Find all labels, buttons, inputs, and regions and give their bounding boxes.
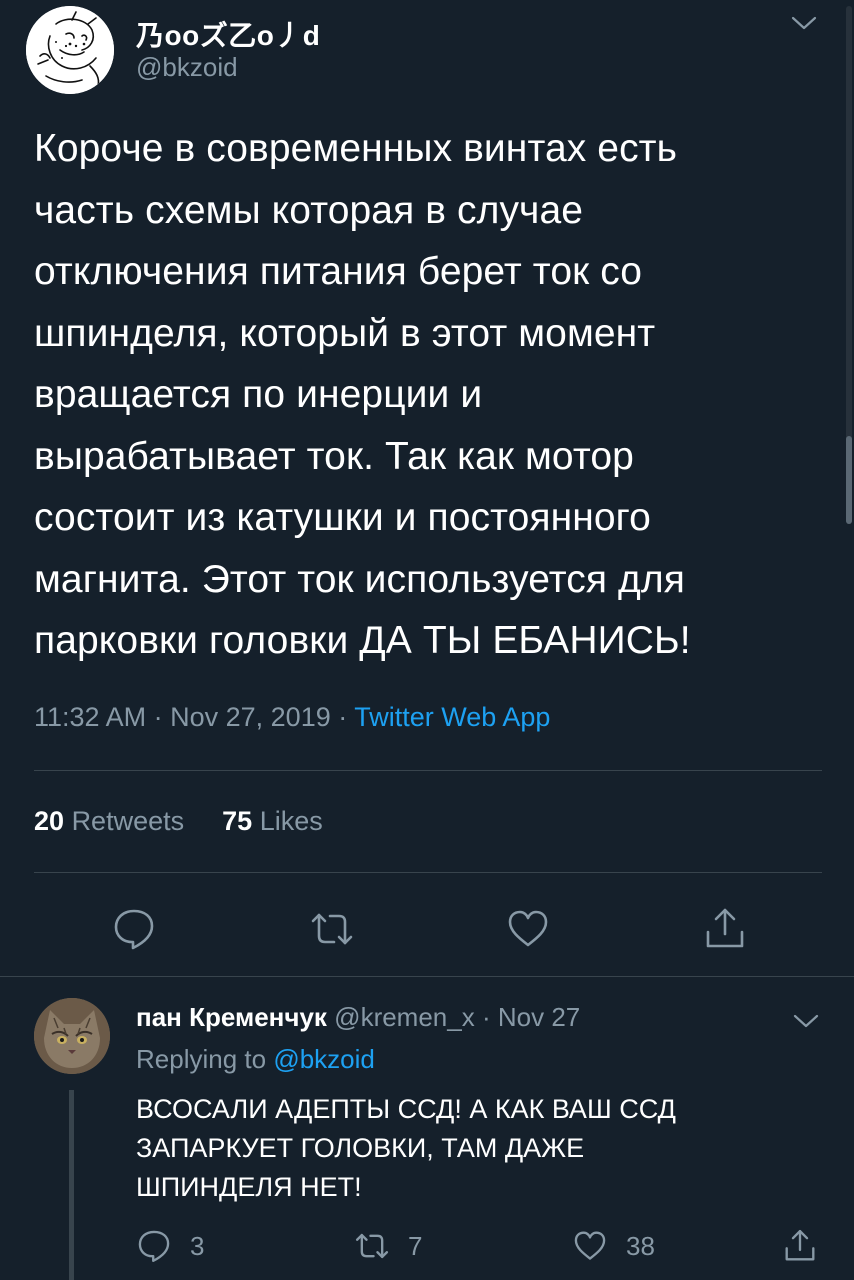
heart-icon: [574, 1231, 606, 1260]
retweet-count: 7: [408, 1230, 423, 1261]
likes-stat[interactable]: 75 Likes: [222, 806, 323, 836]
tweet-date[interactable]: Nov 27, 2019: [170, 702, 331, 732]
reply-retweet-button[interactable]: 7: [354, 1226, 422, 1266]
retweets-label: Retweets: [71, 806, 185, 836]
cat-avatar-drawing: [34, 998, 110, 1074]
reply-author-avatar[interactable]: [34, 998, 110, 1074]
tweet-text-line: вращается по инерции и: [34, 373, 483, 416]
divider: [34, 872, 822, 873]
retweet-icon: [355, 1233, 389, 1259]
reply-header: пан Кременчук @kremen_x · Nov 27: [136, 1002, 580, 1033]
author-handle[interactable]: @bkzoid: [136, 52, 238, 83]
tweet-text-line: магнита. Этот ток используется для: [34, 557, 685, 601]
reply-date[interactable]: Nov 27: [498, 1002, 580, 1032]
reply-count: 3: [190, 1230, 205, 1261]
author-avatar[interactable]: [26, 6, 114, 94]
reply-author-name[interactable]: пан Кременчук: [136, 1002, 327, 1032]
likes-label: Likes: [259, 806, 323, 836]
tweet-time[interactable]: 11:32 AM: [34, 702, 146, 732]
tweet-text: Короче в современных винтах есть часть с…: [34, 118, 834, 672]
reply-text-line: ШПИНДЕЛЯ НЕТ!: [136, 1172, 362, 1202]
reply-text-line: ЗАПАРКУЕТ ГОЛОВКИ, ТАМ ДАЖЕ: [136, 1133, 585, 1163]
reply-author-handle[interactable]: @kremen_x: [334, 1002, 475, 1032]
tweet-text-line: отключения питания берет ток со: [34, 250, 643, 293]
tweet-text-line: шпинделя, который в этот момент: [34, 311, 656, 355]
tweet-source-link[interactable]: Twitter Web App: [354, 702, 550, 732]
meta-separator: ·: [153, 702, 163, 732]
reply-icon[interactable]: [111, 906, 157, 952]
reply-share-button[interactable]: [782, 1226, 818, 1266]
reply-text-line: ВСОСАЛИ АДЕПТЫ ССД! А КАК ВАШ ССД: [136, 1094, 676, 1124]
reply-like-button[interactable]: 38: [572, 1226, 655, 1266]
reply-icon: [138, 1230, 170, 1263]
reply-menu-chevron-icon[interactable]: [792, 1012, 820, 1030]
replying-prefix: Replying to: [136, 1044, 267, 1074]
avatar-drawing: [26, 6, 114, 94]
meta-separator: ·: [481, 1002, 491, 1032]
tweet-text-line: Короче в современных винтах есть: [34, 127, 678, 170]
replying-to: Replying to @bkzoid: [136, 1044, 375, 1075]
author-display-name[interactable]: 乃ooズ乙o丿d: [136, 14, 320, 54]
reply-reply-button[interactable]: 3: [136, 1226, 204, 1266]
tweet-text-line: состоит из катушки и постоянного: [34, 496, 651, 539]
retweet-icon[interactable]: [309, 906, 355, 952]
scrollbar-thumb[interactable]: [846, 436, 852, 524]
reply-text: ВСОСАЛИ АДЕПТЫ ССД! А КАК ВАШ ССД ЗАПАРК…: [136, 1090, 816, 1207]
tweet-text-line: парковки головки ДА ТЫ ЕБАНИСЬ!: [34, 619, 691, 662]
divider: [34, 770, 822, 771]
meta-separator: ·: [338, 702, 348, 732]
tweet-menu-chevron-icon[interactable]: [790, 14, 818, 32]
retweets-count: 20: [34, 806, 65, 836]
heart-icon[interactable]: [505, 906, 551, 952]
retweets-stat[interactable]: 20 Retweets: [34, 806, 184, 836]
tweet-text-line: часть схемы которая в случае: [34, 188, 584, 232]
tweet-detail-screen: 乃ooズ乙o丿d @bkzoid Короче в современных ви…: [0, 0, 854, 1280]
thread-line: [69, 1090, 74, 1280]
tweet-stats: 20 Retweets 75 Likes: [34, 806, 323, 837]
like-count: 38: [626, 1230, 655, 1261]
section-divider: [0, 976, 854, 977]
share-icon: [785, 1229, 815, 1261]
tweet-text-line: вырабатывает ток. Так как мотор: [34, 434, 634, 478]
replying-mention-link[interactable]: @bkzoid: [273, 1044, 375, 1074]
likes-count: 75: [222, 806, 253, 836]
tweet-meta: 11:32 AM · Nov 27, 2019 · Twitter Web Ap…: [34, 702, 550, 733]
share-icon[interactable]: [702, 906, 748, 952]
